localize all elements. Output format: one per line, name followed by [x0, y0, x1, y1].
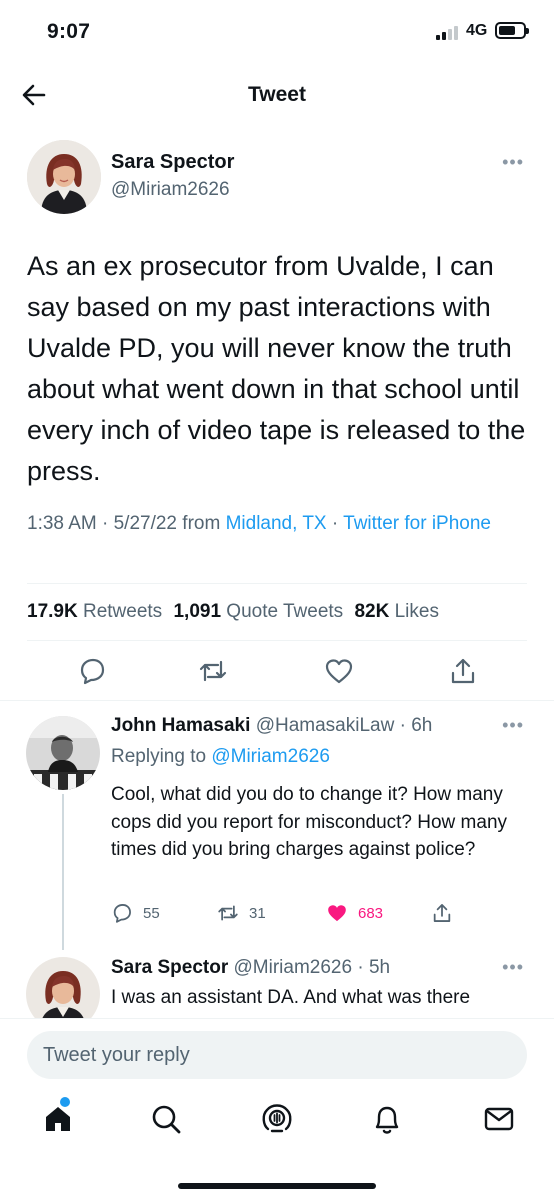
tab-search[interactable]: [148, 1101, 184, 1137]
divider: [27, 640, 527, 641]
comment-icon: [113, 904, 131, 923]
reply-age: 5h: [368, 957, 391, 978]
author-handle[interactable]: @Miriam2626: [111, 179, 230, 201]
reply-text: Cool, what did you do to change it? How …: [111, 784, 508, 860]
divider: [0, 700, 554, 701]
quotes-count: 1,091: [173, 601, 222, 622]
comment-icon: [80, 658, 105, 685]
more-options-button[interactable]: •••: [502, 152, 524, 173]
reply-composer-bar: [0, 1018, 554, 1200]
heart-icon: [325, 659, 353, 684]
retweets-label: Retweets: [82, 601, 163, 622]
heart-icon: [328, 905, 346, 922]
avatar[interactable]: [26, 957, 100, 1018]
retweet-icon: [199, 660, 227, 682]
tab-home[interactable]: [40, 1097, 76, 1137]
share-button[interactable]: [448, 656, 478, 686]
avatar[interactable]: [27, 140, 101, 214]
reply-button[interactable]: 55: [111, 900, 160, 926]
retweet-button[interactable]: 31: [217, 900, 266, 926]
retweets-stat[interactable]: 17.9K Retweets: [27, 601, 162, 622]
quotes-label: Quote Tweets: [226, 601, 344, 622]
quotes-stat[interactable]: 1,091 Quote Tweets: [173, 601, 343, 622]
tweet-text: As an ex prosecutor from Uvalde, I can s…: [27, 251, 526, 486]
divider: [27, 583, 527, 584]
location-link[interactable]: Midland, TX: [226, 513, 327, 534]
retweet-count: 31: [249, 904, 266, 922]
reply-actions: 55 31 683: [111, 900, 531, 926]
like-button[interactable]: 683: [326, 900, 383, 926]
reply-tweet[interactable]: Sara Spector @Miriam2626 · 5h ••• I was …: [0, 944, 554, 1018]
home-icon: [46, 1107, 70, 1131]
reply-age: 6h: [411, 715, 433, 736]
tab-messages[interactable]: [481, 1101, 517, 1137]
reply-button[interactable]: [77, 656, 107, 686]
avatar-photo: [27, 140, 101, 214]
reply-author-name[interactable]: Sara Spector: [111, 957, 228, 978]
tweet-time: 1:38 AM: [27, 513, 97, 534]
nav-header: Tweet: [0, 66, 554, 124]
replying-to: Replying to @Miriam2626: [111, 746, 330, 768]
more-horizontal-icon: •••: [502, 715, 524, 735]
likes-stat[interactable]: 82K Likes: [354, 601, 439, 622]
mail-icon: [484, 1107, 514, 1131]
more-options-button[interactable]: •••: [502, 715, 524, 736]
reply-author-handle[interactable]: @HamasakiLaw: [256, 715, 395, 736]
status-bar: 9:07 4G: [0, 0, 554, 66]
likes-count: 82K: [354, 601, 390, 622]
reply-header: John Hamasaki @HamasakiLaw · 6h: [111, 715, 433, 736]
from-label: from: [182, 513, 221, 534]
tab-spaces[interactable]: [259, 1101, 295, 1137]
likes-label: Likes: [394, 601, 439, 622]
home-indicator: [178, 1183, 376, 1189]
retweets-count: 17.9K: [27, 601, 78, 622]
reply-author-name[interactable]: John Hamasaki: [111, 715, 250, 736]
share-button[interactable]: [431, 900, 453, 926]
replying-label: Replying to: [111, 746, 207, 767]
thread-line: [62, 794, 64, 950]
more-horizontal-icon: •••: [502, 957, 524, 977]
status-time: 9:07: [47, 20, 91, 43]
tweet-actions: [0, 656, 554, 700]
more-options-button[interactable]: •••: [502, 957, 524, 978]
source-link[interactable]: Twitter for iPhone: [343, 513, 491, 534]
reply-input[interactable]: [27, 1031, 527, 1079]
bottom-tab-bar: [0, 1097, 554, 1145]
avatar-photo: [26, 716, 100, 790]
share-icon: [451, 658, 475, 684]
replying-to-handle[interactable]: @Miriam2626: [211, 746, 330, 767]
engagement-stats: 17.9K Retweets 1,091 Quote Tweets 82K Li…: [27, 601, 445, 623]
retweet-icon: [218, 905, 238, 921]
notification-dot: [60, 1097, 70, 1107]
avatar[interactable]: [26, 716, 100, 790]
battery-icon: [495, 22, 529, 39]
reply-count: 55: [143, 904, 160, 922]
reply-text: I was an assistant DA. And what was ther…: [111, 987, 471, 1008]
page-title: Tweet: [248, 83, 306, 106]
tab-notifications[interactable]: [369, 1101, 405, 1137]
more-horizontal-icon: •••: [502, 152, 524, 172]
network-label: 4G: [466, 22, 488, 39]
spaces-icon: [262, 1104, 292, 1133]
like-count: 683: [358, 904, 384, 922]
reply-header: Sara Spector @Miriam2626 · 5h: [111, 957, 391, 978]
tweet-meta: 1:38 AM · 5/27/22 from Midland, TX · Twi…: [27, 513, 491, 534]
tweet-date: 5/27/22: [113, 513, 178, 534]
author-name[interactable]: Sara Spector: [111, 151, 234, 174]
like-button[interactable]: [324, 656, 354, 686]
signal-icon: [436, 24, 462, 40]
bell-icon: [375, 1106, 399, 1134]
search-icon: [152, 1105, 181, 1134]
reply-author-handle[interactable]: @Miriam2626: [234, 957, 353, 978]
retweet-button[interactable]: [198, 656, 228, 686]
avatar-photo: [26, 957, 100, 1018]
share-icon: [433, 904, 451, 922]
